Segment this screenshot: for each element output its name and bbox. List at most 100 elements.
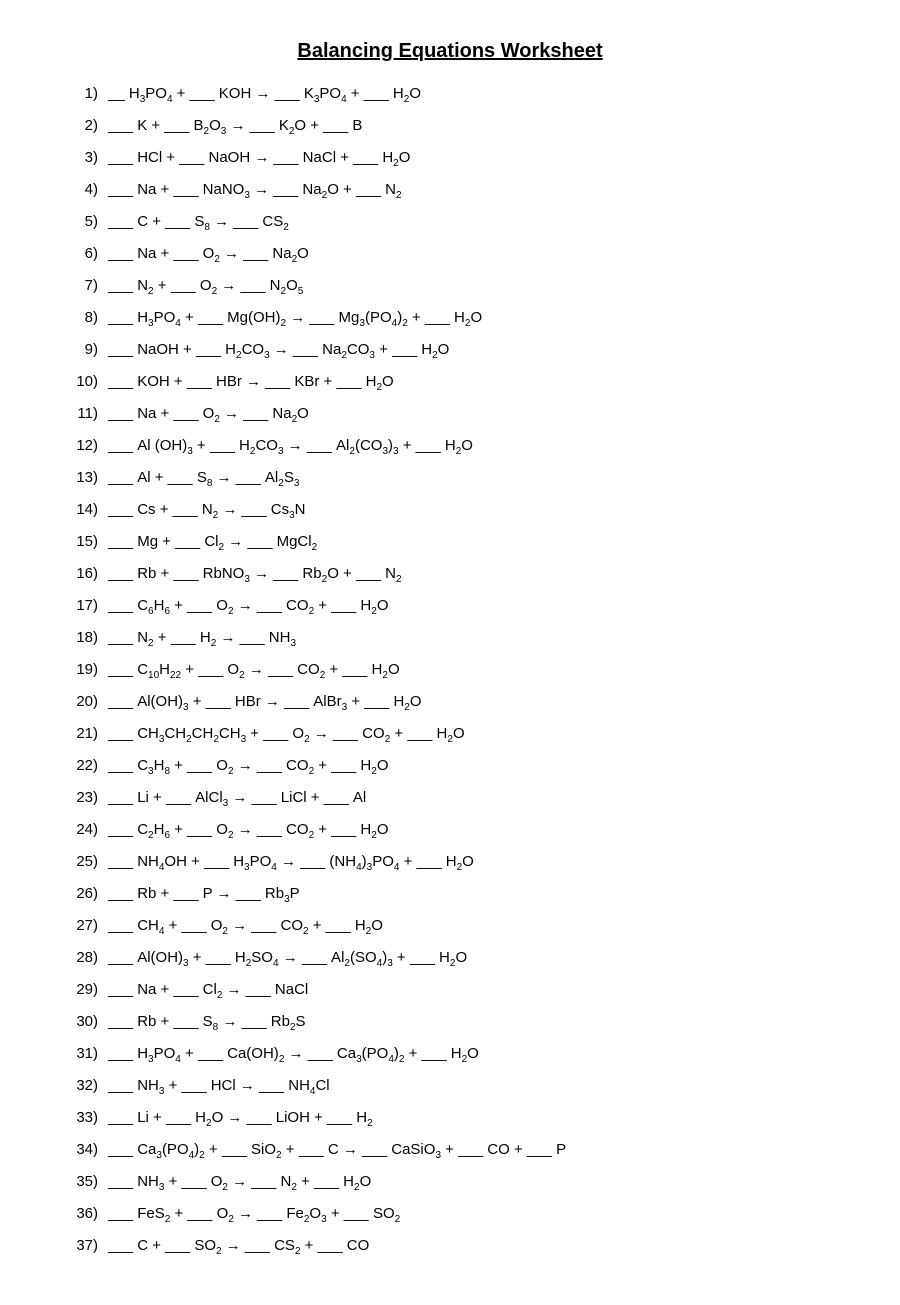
equation-number: 18) [60,625,98,651]
equation-number: 30) [60,1009,98,1035]
equation-row: 33)___ Li + ___ H2O → ___ LiOH + ___ H2 [60,1105,840,1132]
equation-number: 27) [60,913,98,939]
equation-number: 3) [60,145,98,171]
equation-number: 7) [60,273,98,299]
page-title: Balancing Equations Worksheet [60,40,840,63]
equation-content: ___ C10H22 + ___ O2 → ___ CO2 + ___ H2O [108,657,400,684]
equation-content: ___ C3H8 + ___ O2 → ___ CO2 + ___ H2O [108,753,388,780]
equation-content: ___ Mg + ___ Cl2 → ___ MgCl2 [108,529,317,556]
equation-row: 18) ___ N2 + ___ H2 → ___ NH3 [60,625,840,652]
equation-number: 4) [60,177,98,203]
equation-row: 26)___ Rb + ___ P → ___ Rb3P [60,881,840,908]
equation-content: ___ Cs + ___ N2 → ___ Cs3N [108,497,306,524]
equation-number: 13) [60,465,98,491]
equation-number: 29) [60,977,98,1003]
equation-content: ___ FeS2 + ___ O2 → ___ Fe2O3 + ___ SO2 [108,1201,400,1228]
equation-content: ___ H3PO4 + ___ Ca(OH)2 → ___ Ca3(PO4)2 … [108,1041,479,1068]
equation-number: 2) [60,113,98,139]
equation-number: 35) [60,1169,98,1195]
equation-content: ___ Na + ___ Cl2 → ___ NaCl [108,977,308,1004]
equation-row: 1) __ H3PO4 + ___ KOH → ___ K3PO4 + ___ H… [60,81,840,108]
equation-row: 22) ___ C3H8 + ___ O2 → ___ CO2 + ___ H2O [60,753,840,780]
equation-number: 11) [60,401,98,427]
equation-row: 29) ___ Na + ___ Cl2 → ___ NaCl [60,977,840,1004]
equation-number: 15) [60,529,98,555]
equation-content: ___ NaOH + ___ H2CO3 → ___ Na2CO3 + ___ … [108,337,449,364]
equation-content: ___ NH3 + ___ HCl → ___ NH4Cl [108,1073,330,1100]
equation-content: ___ NH4OH + ___ H3PO4 → ___ (NH4)3PO4 + … [108,849,474,876]
equation-number: 10) [60,369,98,395]
equation-row: 14) ___ Cs + ___ N2 → ___ Cs3N [60,497,840,524]
equation-number: 1) [60,81,98,107]
equation-content: ___ C6H6 + ___ O2 → ___ CO2 + ___ H2O [108,593,388,620]
equation-content: ___ Al(OH)3 + ___ H2SO4 → ___ Al2(SO4)3 … [108,945,467,972]
equation-number: 28) [60,945,98,971]
equation-number: 12) [60,433,98,459]
equation-number: 5) [60,209,98,235]
equation-content: ___ Li + ___ H2O → ___ LiOH + ___ H2 [108,1105,373,1132]
equation-row: 27) ___ CH4 + ___ O2 → ___ CO2 + ___ H2O [60,913,840,940]
equation-number: 37) [60,1233,98,1259]
equation-row: 21) ___ CH3CH2CH2CH3 + ___ O2 → ___ CO2 +… [60,721,840,748]
equation-number: 25) [60,849,98,875]
equation-number: 14) [60,497,98,523]
equation-number: 22) [60,753,98,779]
equation-content: ___ Al(OH)3 + ___ HBr → ___ AlBr3 + ___ … [108,689,422,716]
equation-row: 12) ___ Al (OH)3 + ___ H2CO3 → ___ Al2(CO… [60,433,840,460]
equation-number: 20) [60,689,98,715]
equation-row: 34) ___ Ca3(PO4)2 + ___ SiO2 + ___ C → __… [60,1137,840,1164]
equation-content: ___ C + ___ SO2 → ___ CS2 + ___ CO [108,1233,369,1260]
equation-content: ___ Na + ___ O2 → ___ Na2O [108,401,309,428]
equation-row: 10) ___ KOH + ___ HBr → ___ KBr + ___ H2O [60,369,840,396]
equation-row: 5)___ C + ___ S8 → ___ CS2 [60,209,840,236]
equation-row: 37) ___ C + ___ SO2 → ___ CS2 + ___ CO [60,1233,840,1260]
equation-number: 19) [60,657,98,683]
equation-content: ___ KOH + ___ HBr → ___ KBr + ___ H2O [108,369,394,396]
equation-row: 8)___ H3PO4 + ___ Mg(OH)2 → ___ Mg3(PO4)… [60,305,840,332]
equation-number: 34) [60,1137,98,1163]
equation-row: 4) ___ Na + ___ NaNO3 → ___ Na2O + ___ N2 [60,177,840,204]
equation-row: 31)___ H3PO4 + ___ Ca(OH)2 → ___ Ca3(PO4… [60,1041,840,1068]
equation-row: 23) ___ Li + ___ AlCl3 → ___ LiCl + ___ A… [60,785,840,812]
equation-content: ___ CH3CH2CH2CH3 + ___ O2 → ___ CO2 + __… [108,721,465,748]
equation-row: 11) ___ Na + ___ O2 → ___ Na2O [60,401,840,428]
equation-row: 32) ___ NH3 + ___ HCl → ___ NH4Cl [60,1073,840,1100]
equation-row: 20) ___ Al(OH)3 + ___ HBr → ___ AlBr3 + _… [60,689,840,716]
equation-content: ___ CH4 + ___ O2 → ___ CO2 + ___ H2O [108,913,383,940]
equation-number: 32) [60,1073,98,1099]
equation-content: ___ Al + ___ S8 → ___ Al2S3 [108,465,299,492]
equation-content: ___ N2 + ___ H2 → ___ NH3 [108,625,296,652]
equation-row: 15) ___ Mg + ___ Cl2 → ___ MgCl2 [60,529,840,556]
equation-number: 16) [60,561,98,587]
equation-content: ___ K + ___ B2O3 → ___ K2O + ___ B [108,113,362,140]
equation-row: 25) ___ NH4OH + ___ H3PO4 → ___ (NH4)3PO4… [60,849,840,876]
equation-row: 28) ___ Al(OH)3 + ___ H2SO4 → ___ Al2(SO4… [60,945,840,972]
equation-row: 6) ___ Na + ___ O2 → ___ Na2O [60,241,840,268]
equation-row: 17) ___ C6H6 + ___ O2 → ___ CO2 + ___ H2O [60,593,840,620]
equation-content: ___ Ca3(PO4)2 + ___ SiO2 + ___ C → ___ C… [108,1137,566,1164]
equation-content: ___ N2 + ___ O2 → ___ N2O5 [108,273,303,300]
equation-number: 17) [60,593,98,619]
equation-number: 23) [60,785,98,811]
equation-content: ___ Rb + ___ RbNO3 → ___ Rb2O + ___ N2 [108,561,402,588]
equation-content: ___ Li + ___ AlCl3 → ___ LiCl + ___ Al [108,785,366,812]
equation-content: ___ NH3 + ___ O2 → ___ N2 + ___ H2O [108,1169,371,1196]
equation-row: 24)___ C2H6 + ___ O2 → ___ CO2 + ___ H2O [60,817,840,844]
equation-number: 21) [60,721,98,747]
equation-row: 19) ___ C10H22 + ___ O2 → ___ CO2 + ___ H… [60,657,840,684]
equation-row: 7) ___ N2 + ___ O2 → ___ N2O5 [60,273,840,300]
equations-list: 1) __ H3PO4 + ___ KOH → ___ K3PO4 + ___ H… [60,81,840,1260]
equation-content: ___ HCl + ___ NaOH → ___ NaCl + ___ H2O [108,145,410,172]
equation-row: 13) ___ Al + ___ S8 → ___ Al2S3 [60,465,840,492]
equation-row: 16) ___ Rb + ___ RbNO3 → ___ Rb2O + ___ N… [60,561,840,588]
equation-row: 35) ___ NH3 + ___ O2 → ___ N2 + ___ H2O [60,1169,840,1196]
equation-content: ___ Na + ___ O2 → ___ Na2O [108,241,309,268]
equation-number: 9) [60,337,98,363]
equation-row: 2) ___ K + ___ B2O3 → ___ K2O + ___ B [60,113,840,140]
equation-number: 6) [60,241,98,267]
equation-number: 26) [60,881,98,907]
equation-row: 3) ___ HCl + ___ NaOH → ___ NaCl + ___ H2… [60,145,840,172]
equation-content: __ H3PO4 + ___ KOH → ___ K3PO4 + ___ H2O [108,81,421,108]
equation-content: ___ Na + ___ NaNO3 → ___ Na2O + ___ N2 [108,177,402,204]
equation-content: ___ Al (OH)3 + ___ H2CO3 → ___ Al2(CO3)3… [108,433,473,460]
